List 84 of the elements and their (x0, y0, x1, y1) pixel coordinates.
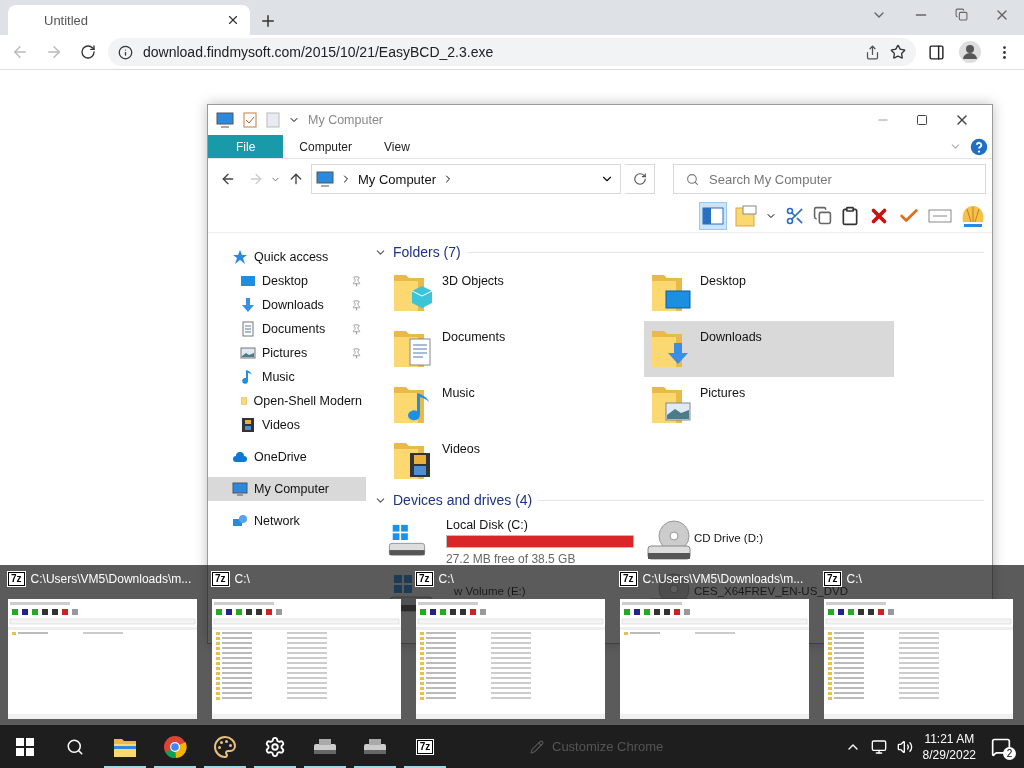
reload-icon[interactable] (80, 44, 96, 60)
drive-name[interactable]: CD Drive (D:) (694, 533, 763, 544)
pane-icon[interactable] (702, 206, 724, 225)
nav-item[interactable]: My Computer (208, 477, 366, 501)
nav-item[interactable]: Documents (208, 317, 366, 341)
7z-app-icon: 7z (620, 572, 637, 586)
address-field[interactable]: My Computer (311, 164, 621, 194)
window-preview-title[interactable]: C:\ (234, 572, 250, 586)
folder-tile[interactable]: Documents (386, 321, 634, 377)
cut-icon[interactable] (785, 205, 805, 226)
nav-item[interactable]: Network (208, 509, 366, 533)
breadcrumb[interactable]: My Computer (358, 171, 437, 187)
nav-item[interactable]: Desktop (208, 269, 366, 293)
group-heading: Devices and drives (4) (393, 492, 533, 508)
nav-item[interactable]: Pictures (208, 341, 366, 365)
shell-icon[interactable] (960, 203, 986, 228)
free-space-label: 27.2 MB free of 38.5 GB (446, 552, 576, 566)
close-icon[interactable] (226, 13, 240, 27)
folder-tile[interactable]: Videos (386, 433, 634, 489)
monitor-icon (240, 273, 256, 289)
down-arrow-icon (240, 297, 256, 313)
refresh-icon[interactable] (632, 172, 647, 186)
help-icon[interactable] (970, 137, 988, 156)
nav-item[interactable]: Music (208, 365, 366, 389)
folder-tile[interactable]: Downloads (644, 321, 894, 377)
folder-tile[interactable]: 3D Objects (386, 265, 634, 321)
7z-app-icon: 7z (416, 572, 433, 586)
folder-tile[interactable]: Pictures (644, 377, 894, 433)
folder-tile[interactable]: Desktop (644, 265, 894, 321)
notification-button[interactable]: 2 (986, 731, 1016, 762)
cloud-icon (232, 449, 248, 465)
new-tab-icon[interactable] (259, 12, 277, 30)
nav-item[interactable]: OneDrive (208, 445, 366, 469)
network-icon (232, 513, 248, 529)
copy-icon[interactable] (813, 206, 832, 225)
group-heading: Folders (7) (393, 244, 461, 260)
computer-icon (216, 112, 234, 128)
properties-icon[interactable] (242, 112, 258, 128)
window-preview-title[interactable]: C:\Users\VM5\Downloads\m... (642, 572, 804, 586)
pencil-icon (530, 739, 544, 754)
ribbon-tab[interactable]: Computer (283, 135, 369, 158)
computer-icon (316, 171, 334, 187)
restore-icon[interactable] (955, 8, 968, 21)
profile-icon[interactable] (959, 41, 981, 63)
paste-icon[interactable] (840, 205, 860, 226)
maximize-icon[interactable] (916, 113, 928, 126)
settings-icon[interactable] (264, 735, 286, 758)
browser-tab[interactable]: Untitled (8, 5, 250, 35)
side-panel-icon[interactable] (927, 43, 945, 61)
back-icon[interactable] (220, 171, 236, 187)
palette-icon[interactable] (213, 734, 237, 759)
search-field[interactable]: Search My Computer (673, 164, 986, 194)
volume-icon[interactable] (896, 738, 913, 755)
window-preview-title[interactable]: C:\ (846, 572, 862, 586)
nav-item[interactable]: Downloads (208, 293, 366, 317)
star-icon (232, 249, 248, 265)
film-icon (240, 417, 256, 433)
chrome-icon[interactable] (163, 734, 187, 759)
windows-logo-icon[interactable] (16, 737, 34, 756)
search-icon[interactable] (66, 737, 84, 756)
share-icon[interactable] (865, 44, 880, 60)
info-icon[interactable] (118, 44, 133, 60)
network-icon[interactable] (870, 738, 887, 755)
search-icon (686, 172, 699, 186)
bookmark-icon[interactable] (890, 44, 906, 60)
drive-name[interactable]: Local Disk (C:) (446, 520, 528, 531)
nav-item[interactable]: Quick access (208, 245, 366, 269)
nav-item[interactable]: Videos (208, 413, 366, 437)
address-bar[interactable]: download.findmysoft.com/2015/10/21/EasyBCD_2.3.exe (108, 38, 916, 66)
folder-tile[interactable]: Music (386, 377, 634, 433)
window-preview-title[interactable]: C:\Users\VM5\Downloads\m... (30, 572, 192, 586)
image-icon (240, 345, 256, 361)
document-icon (240, 321, 256, 337)
7z-app-icon: 7z (212, 572, 229, 586)
7z-app-icon: 7z (8, 572, 25, 586)
window-preview-title[interactable]: C:\ (438, 572, 454, 586)
monitor-icon (232, 481, 248, 497)
clock[interactable]: 11:21 AM 8/29/2022 (922, 730, 976, 763)
cd-drive-icon (644, 518, 694, 562)
7z-app-icon: 7z (824, 572, 841, 586)
ribbon-tab[interactable]: View (368, 135, 426, 158)
up-icon[interactable] (288, 171, 304, 187)
nav-item[interactable]: Open-Shell Modern (208, 389, 366, 413)
7z-app-icon[interactable]: 7z (416, 739, 434, 754)
